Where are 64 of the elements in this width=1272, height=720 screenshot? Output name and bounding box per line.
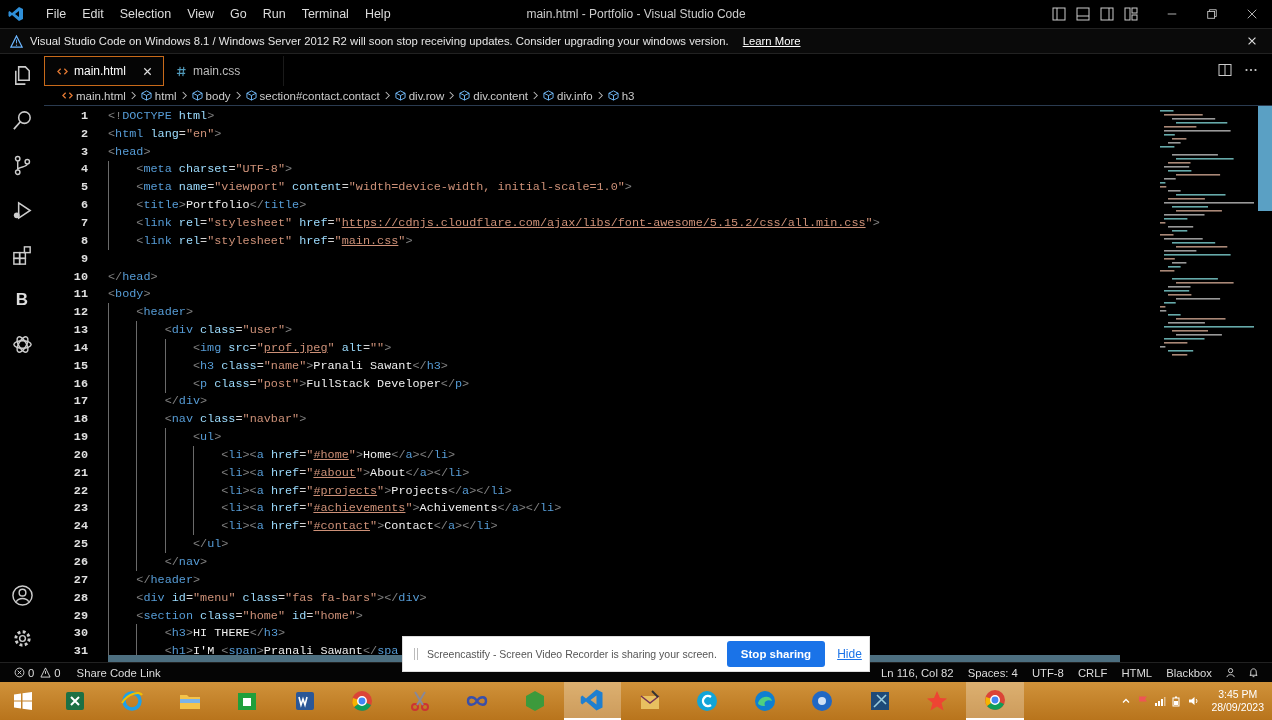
code-line: </div> (163, 394, 208, 409)
code-line: <h1>I'M <span>Pranali Sawant</spa (163, 644, 399, 659)
line-number: 8 (79, 233, 89, 248)
line-number: 18 (72, 412, 89, 427)
line-number: 30 (72, 626, 89, 641)
line-number: 22 (72, 483, 89, 498)
line-number: 13 (72, 323, 89, 338)
code-line: <li><a href="#projects">Projects</a></li> (220, 483, 512, 498)
line-number: 17 (72, 394, 89, 409)
line-number: 12 (72, 305, 89, 320)
line-number: 11 (72, 287, 89, 302)
line-number: 7 (79, 216, 89, 230)
line-number: 5 (79, 180, 89, 195)
code-line: <meta name="viewport" content="width=device-width, initial-scale=1.0"> (135, 180, 632, 195)
code-line: <title>Portfolio</title> (135, 198, 307, 213)
banner-message: Visual Studio Code on Windows 8.1 / Windows Server 2012 R2 will soon stop receiving updates. Consider upgrading your windows version. (30, 35, 729, 47)
code-line: <body> (108, 287, 151, 302)
line-number: 26 (72, 555, 89, 569)
code-line: <div class="user"> (163, 323, 293, 338)
code-line: <section class="home" id="home"> (135, 608, 363, 623)
line-number: 4 (79, 162, 89, 177)
code-line: <h3>HI THERE</h3> (163, 626, 286, 641)
code-line: <head> (108, 144, 151, 159)
code-line: <img src="prof.jpeg" alt=""> (191, 340, 392, 355)
code-line: <h3 class="name">Pranali Sawant</h3> (191, 358, 448, 373)
code-line: <ul> (191, 430, 222, 445)
line-number: 28 (72, 590, 89, 605)
line-number: 20 (72, 447, 89, 462)
code-line: </head> (108, 269, 158, 284)
line-number: 3 (79, 144, 89, 159)
code-line: <html lang="en"> (108, 126, 222, 141)
code-line: <nav class="navbar"> (163, 412, 307, 427)
line-number: 21 (72, 465, 89, 480)
code-line: <li><a href="#achievements">Achivements</a></li> (220, 501, 562, 516)
line-number: 10 (72, 269, 89, 284)
code-line: <link rel="stylesheet" href="https://cdnjs.cloudflare.com/ajax/libs/font-awesome/5.15.2/css/all.min.css"> (135, 216, 880, 230)
line-number: 23 (72, 501, 89, 516)
code-line: </ul> (191, 537, 229, 552)
line-number: 2 (79, 126, 89, 141)
code-line: <li><a href="#about">About</a></li> (220, 465, 470, 480)
line-number: 14 (72, 340, 89, 355)
line-number: 9 (79, 251, 89, 266)
line-number: 24 (72, 519, 89, 534)
window-title: main.html - Portfolio - Visual Studio Code (525, 7, 747, 21)
line-number: 31 (72, 644, 89, 659)
code-line: <div id="menu" class="fas fa-bars"></div> (135, 590, 427, 605)
line-number: 16 (72, 376, 89, 391)
line-number: 15 (72, 358, 89, 373)
code-line: <meta charset="UTF-8"> (135, 162, 293, 177)
notification-message: Screencastify - Screen Video Recorder is sharing your screen. (427, 648, 717, 660)
code-line: <li><a href="#home">Home</a></li> (220, 447, 456, 462)
code-line: <link rel="stylesheet" href="main.css"> (135, 233, 413, 248)
line-number: 25 (72, 537, 89, 552)
line-number: 6 (79, 198, 89, 213)
line-number: 27 (72, 572, 89, 587)
code-line: </header> (135, 572, 201, 587)
line-number: 19 (72, 430, 89, 445)
line-number: 1 (79, 108, 89, 123)
code-line: <header> (135, 305, 193, 320)
code-line: <li><a href="#contact">Contact</a></li> (220, 519, 498, 534)
line-number: 29 (72, 608, 89, 623)
code-line: <!DOCTYPE html> (108, 108, 215, 123)
code-line: <p class="post">FullStack Developer</p> (191, 376, 470, 391)
code-line: </nav> (163, 555, 208, 569)
